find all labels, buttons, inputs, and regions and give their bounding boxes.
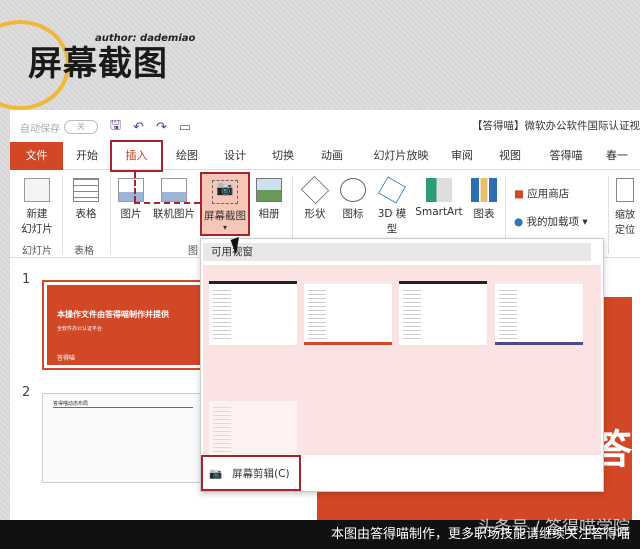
autosave-toggle[interactable]: 关 <box>64 120 98 134</box>
window-title: 【答得喵】微软办公软件国际认证视 <box>472 120 640 132</box>
group-label-slides: 幻灯片 <box>22 246 52 257</box>
present-icon[interactable]: ▭ <box>179 120 191 135</box>
new-slide-icon <box>24 178 50 202</box>
quick-access-toolbar: 自动保存 关 🖫 ↶ ↷ ▭ 【答得喵】微软办公软件国际认证视 <box>10 118 640 136</box>
slide-title: 答得喵动态布局 <box>53 400 193 408</box>
tab-design[interactable]: 设计 <box>220 142 250 170</box>
autosave-label: 自动保存 <box>20 123 60 135</box>
smartart-label: SmartArt <box>415 206 463 218</box>
table-button[interactable]: 表格 <box>70 178 102 221</box>
annotation-line <box>134 172 136 202</box>
online-picture-label: 联机图片 <box>153 208 195 220</box>
screenshot-label: 屏幕截图 <box>204 210 246 222</box>
store-icon: ■ <box>514 188 524 200</box>
camera-icon: 📷 <box>212 180 238 204</box>
icons-button[interactable]: 图标 <box>338 178 368 221</box>
ribbon-tabs: 文件 开始 插入 绘图 设计 切换 动画 幻灯片放映 审阅 视图 答得喵 春一 <box>10 140 640 172</box>
available-windows-header: 可用视窗 <box>203 243 591 261</box>
3d-model-button[interactable]: 3D 模型 <box>374 176 410 236</box>
picture-button[interactable]: 图片 <box>116 178 146 221</box>
zoom-label: 缩放定位 <box>615 210 635 236</box>
slide-number: 1 <box>22 272 31 287</box>
chart-label: 图表 <box>473 208 495 220</box>
tab-view[interactable]: 视图 <box>495 142 525 170</box>
footer-bar: 本图由答得喵制作，更多职场技能请继续关注答得喵 头条号 / 答得喵学院 <box>0 518 640 549</box>
screen-clip-icon: 📷 <box>209 467 223 480</box>
watermark: 头条号 / 答得喵学院 <box>477 518 630 538</box>
window-thumbnail[interactable] <box>495 281 583 345</box>
shapes-button[interactable]: 形状 <box>300 175 330 221</box>
redo-icon[interactable]: ↷ <box>156 120 167 135</box>
tab-home[interactable]: 开始 <box>72 142 102 170</box>
cube-icon <box>378 176 406 204</box>
slide-thumbnail-1[interactable]: 本操作文件由答得喵制作并提供 全软件办公认证平台 答得喵 <box>42 280 210 370</box>
logo-title: 屏幕截图 <box>28 44 168 84</box>
new-slide-label: 新建 幻灯片 <box>21 208 53 235</box>
zoom-button[interactable]: 缩放定位 <box>614 178 636 236</box>
my-addins-button[interactable]: ● 我的加载项 ▾ <box>514 214 588 229</box>
slide-thumbnail-2[interactable]: 答得喵动态布局 <box>42 393 210 483</box>
smartart-button[interactable]: SmartArt <box>414 178 464 218</box>
divider <box>62 176 63 254</box>
online-picture-icon <box>161 178 187 202</box>
available-windows-gallery <box>203 265 601 465</box>
zoom-icon <box>616 178 634 202</box>
app-store-label: 应用商店 <box>527 188 570 200</box>
tab-animations[interactable]: 动画 <box>317 142 347 170</box>
smartart-icon <box>426 178 452 202</box>
chart-button[interactable]: 图表 <box>470 178 498 221</box>
addins-icon: ● <box>514 216 524 228</box>
screen-clipping-label: 屏幕剪辑(C) <box>232 467 290 480</box>
app-store-button[interactable]: ■ 应用商店 <box>514 186 569 201</box>
annotation-arrow <box>134 202 200 204</box>
shapes-label: 形状 <box>304 208 326 220</box>
chevron-down-icon: ▾ <box>222 223 227 232</box>
tab-insert[interactable]: 插入 <box>110 140 163 172</box>
shapes-icon <box>300 175 330 205</box>
chart-icon <box>471 178 497 202</box>
window-thumbnail[interactable] <box>399 281 487 345</box>
save-icon[interactable]: 🖫 <box>110 116 121 138</box>
divider <box>110 176 111 254</box>
album-button[interactable]: 相册 <box>254 178 284 221</box>
tab-file[interactable]: 文件 <box>10 142 63 170</box>
my-addins-label: 我的加载项 <box>526 216 580 228</box>
album-label: 相册 <box>258 208 280 220</box>
screenshot-button[interactable]: 📷 屏幕截图 ▾ <box>200 172 250 236</box>
slide-brand: 答得喵 <box>57 355 76 362</box>
tab-draw[interactable]: 绘图 <box>172 142 202 170</box>
new-slide-button[interactable]: 新建 幻灯片 <box>18 178 56 236</box>
icons-icon <box>340 178 366 202</box>
tab-review[interactable]: 审阅 <box>447 142 477 170</box>
screen-clipping-button[interactable]: 📷 屏幕剪辑(C) <box>201 455 301 491</box>
window-thumbnail[interactable] <box>304 281 392 345</box>
tab-chunyi[interactable]: 春一 <box>602 142 632 170</box>
slide-subtitle: 全软件办公认证平台 <box>57 326 103 332</box>
icons-label: 图标 <box>342 208 364 220</box>
slide-title: 本操作文件由答得喵制作并提供 <box>57 310 169 319</box>
slide-thumbnail-pane: 1 本操作文件由答得喵制作并提供 全软件办公认证平台 答得喵 2 答得喵动态布局 <box>10 260 210 520</box>
picture-icon <box>118 178 144 202</box>
picture-label: 图片 <box>120 208 142 220</box>
album-icon <box>256 178 282 202</box>
slide-number: 2 <box>22 385 31 400</box>
table-label: 表格 <box>75 208 97 220</box>
tab-slideshow[interactable]: 幻灯片放映 <box>366 142 436 170</box>
online-picture-button[interactable]: 联机图片 <box>150 178 198 221</box>
screenshot-dropdown: 可用视窗 📷 屏幕剪辑(C) <box>200 238 604 492</box>
tab-dademiao[interactable]: 答得喵 <box>544 142 588 170</box>
undo-icon[interactable]: ↶ <box>133 120 144 135</box>
powerpoint-window: 自动保存 关 🖫 ↶ ↷ ▭ 【答得喵】微软办公软件国际认证视 文件 开始 插入… <box>10 110 640 520</box>
tab-transitions[interactable]: 切换 <box>268 142 298 170</box>
table-icon <box>73 178 99 202</box>
group-label-images: 图 <box>188 246 198 257</box>
divider <box>608 176 609 254</box>
3d-model-label: 3D 模型 <box>377 208 407 235</box>
window-thumbnail[interactable] <box>209 281 297 345</box>
group-label-tables: 表格 <box>74 246 94 257</box>
